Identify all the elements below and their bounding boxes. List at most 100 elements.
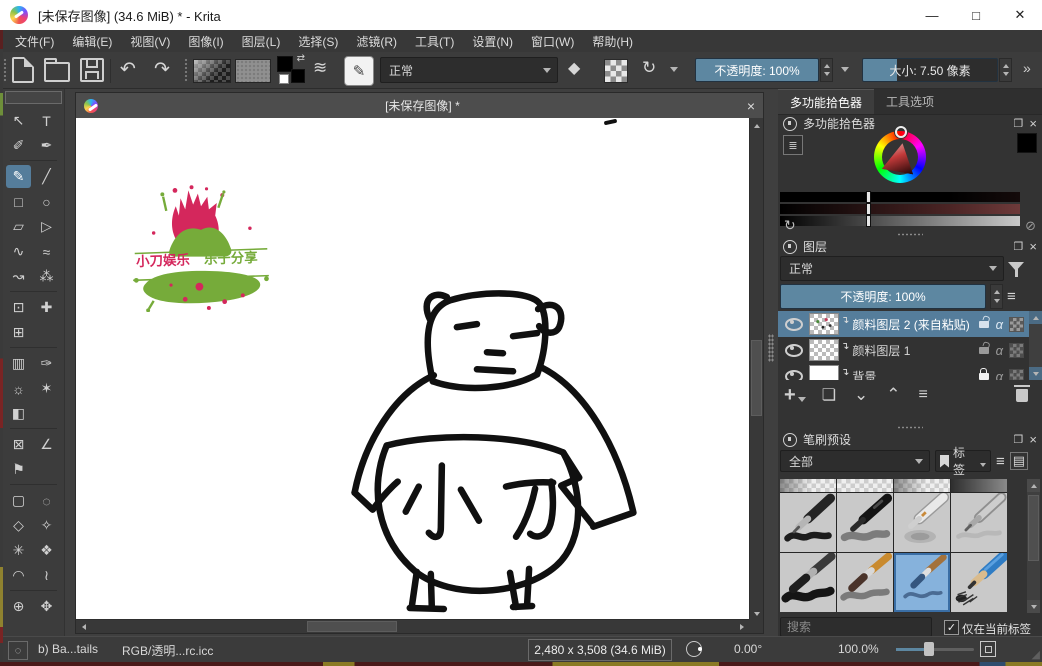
lightness-bar[interactable] xyxy=(780,216,1020,226)
menu-layer[interactable]: 图层(L) xyxy=(233,31,290,52)
zoom-slider-handle[interactable] xyxy=(924,642,934,656)
layer-properties-button[interactable]: ≡ xyxy=(919,386,927,404)
float-panel-icon[interactable]: ❐ xyxy=(1014,433,1024,446)
brush-preset-blue-pencil[interactable] xyxy=(951,553,1007,612)
alpha-lock-icon[interactable]: α xyxy=(996,317,1003,332)
tool-pan[interactable]: ✥ xyxy=(34,595,59,618)
tool-polyline[interactable]: ▷ xyxy=(34,215,59,238)
dock-splitter-handle[interactable] xyxy=(768,334,774,362)
selector-settings-button[interactable]: ≣ xyxy=(783,135,803,155)
menu-window[interactable]: 窗口(W) xyxy=(522,31,583,52)
brush-preset-airbrush[interactable] xyxy=(894,493,950,552)
layer-name[interactable]: 颜料图层 2 (来自粘贴) xyxy=(852,316,974,333)
bar-handle[interactable] xyxy=(866,191,871,203)
tool-polygon-select[interactable]: ◇ xyxy=(6,514,31,537)
tool-text[interactable]: T xyxy=(34,109,59,132)
tool-ellipse[interactable]: ○ xyxy=(34,190,59,213)
tool-freehand-select[interactable]: ✧ xyxy=(34,514,59,537)
hue-shade-bar[interactable] xyxy=(780,204,1020,214)
maximize-button[interactable]: □ xyxy=(954,0,998,30)
tool-gradient[interactable]: ▥ xyxy=(6,352,31,375)
tool-dynamic-brush[interactable]: ↝ xyxy=(6,265,31,288)
save-button[interactable] xyxy=(80,58,104,82)
zoom-slider[interactable] xyxy=(896,648,974,651)
duplicate-layer-button[interactable]: ❏ xyxy=(822,385,836,405)
menu-view[interactable]: 视图(V) xyxy=(121,31,179,52)
visibility-eye-icon[interactable] xyxy=(785,318,803,331)
layer-blending-mode-dropdown[interactable]: 正常 xyxy=(780,256,1004,281)
opacity-spinner[interactable] xyxy=(820,58,833,82)
brush-preset-ink-pen[interactable] xyxy=(780,493,836,552)
spin-up-icon[interactable] xyxy=(824,64,830,68)
layer-list-scrollbar[interactable] xyxy=(1029,311,1042,380)
scroll-down-icon[interactable] xyxy=(1029,367,1042,380)
brush-preset-orange-paintbrush[interactable] xyxy=(837,553,893,612)
scroll-left-icon[interactable] xyxy=(77,620,90,633)
tool-ellipse-select[interactable]: ◌ xyxy=(34,489,59,512)
tool-contiguous-select[interactable]: ✳ xyxy=(6,539,31,562)
add-layer-dropdown-icon[interactable] xyxy=(798,397,806,402)
panel-lock-icon[interactable] xyxy=(783,433,797,447)
spin-down-icon[interactable] xyxy=(824,72,830,76)
add-layer-button[interactable]: + xyxy=(784,384,796,407)
panel-resize-handle[interactable] xyxy=(897,426,923,429)
brush-preset-partial[interactable] xyxy=(780,479,836,492)
brush-grid-scrollbar[interactable] xyxy=(1027,479,1040,613)
visibility-eye-icon[interactable] xyxy=(785,370,803,381)
float-panel-icon[interactable]: ❐ xyxy=(1014,117,1024,130)
layer-opacity-slider[interactable]: 不透明度: 100% xyxy=(780,284,986,309)
layer-name[interactable]: 背景 xyxy=(852,368,974,381)
tool-edit-shapes[interactable]: ✐ xyxy=(6,134,31,157)
float-panel-icon[interactable]: ❐ xyxy=(1014,240,1024,253)
layer-lock-icon[interactable] xyxy=(979,321,989,328)
chevron-down-icon[interactable] xyxy=(670,67,678,72)
pattern-chooser[interactable] xyxy=(235,59,271,83)
vscrollbar-thumb[interactable] xyxy=(751,340,762,416)
tool-assistants[interactable]: ⊠ xyxy=(6,433,31,456)
bar-handle[interactable] xyxy=(866,203,871,215)
tab-tool-options[interactable]: 工具选项 xyxy=(874,89,946,114)
color-history-bar[interactable] xyxy=(780,192,1020,202)
menu-select[interactable]: 选择(S) xyxy=(289,31,347,52)
tool-magnetic-select[interactable]: ≀ xyxy=(34,564,59,587)
layer-thumbnail[interactable] xyxy=(809,365,839,380)
tool-reference-images[interactable]: ⚑ xyxy=(6,458,31,481)
layer-lock-icon[interactable] xyxy=(979,373,989,380)
tool-rect-select[interactable]: ▢ xyxy=(6,489,31,512)
layer-options-menu-icon[interactable]: ≡ xyxy=(1007,288,1016,305)
tool-multibrush[interactable]: ⁂ xyxy=(34,265,59,288)
brush-preset-partial[interactable] xyxy=(837,479,893,492)
gamut-mask-off-icon[interactable]: ⊘ xyxy=(1025,218,1036,234)
tool-calligraphy[interactable]: ✒ xyxy=(34,134,59,157)
tool-bezier-curve[interactable]: ∿ xyxy=(6,240,31,263)
brush-preset-watercolor-selected[interactable] xyxy=(894,553,950,612)
tool-shape-select[interactable]: ↖ xyxy=(6,109,31,132)
scroll-up-icon[interactable] xyxy=(750,119,763,132)
visibility-eye-icon[interactable] xyxy=(785,344,803,357)
brush-search-input[interactable] xyxy=(780,617,932,637)
close-panel-icon[interactable]: × xyxy=(1029,116,1037,131)
panel-lock-icon[interactable] xyxy=(783,240,797,254)
inherit-alpha-icon[interactable] xyxy=(1009,369,1024,381)
background-color-swatch[interactable] xyxy=(279,74,289,84)
menu-tools[interactable]: 工具(T) xyxy=(406,31,463,52)
toolbar-grip[interactable] xyxy=(184,58,189,82)
search-in-tag-checkbox[interactable]: ✓ xyxy=(944,620,959,635)
layer-filter-icon[interactable] xyxy=(1008,261,1024,277)
hscrollbar-thumb[interactable] xyxy=(307,621,397,632)
gradient-chooser[interactable] xyxy=(193,59,231,83)
display-mode-button[interactable]: ≡ xyxy=(996,453,1005,470)
storage-button[interactable]: ▤ xyxy=(1010,452,1028,470)
refresh-shades-icon[interactable]: ↻ xyxy=(784,217,796,234)
new-document-button[interactable] xyxy=(12,57,34,83)
layer-lock-icon[interactable] xyxy=(979,347,989,354)
preserve-alpha-button[interactable] xyxy=(604,59,628,83)
tab-advanced-color-selector[interactable]: 多功能拾色器 xyxy=(778,89,874,114)
layer-thumbnail[interactable] xyxy=(809,339,839,361)
toolbar-grip[interactable] xyxy=(3,58,8,82)
tool-colorize-mask[interactable]: ☼ xyxy=(6,377,31,400)
scroll-up-icon[interactable] xyxy=(1027,479,1040,492)
scroll-down-icon[interactable] xyxy=(1027,600,1040,613)
tags-button[interactable]: 标签 xyxy=(935,450,991,472)
move-layer-up-button[interactable]: ⌃ xyxy=(886,385,900,405)
